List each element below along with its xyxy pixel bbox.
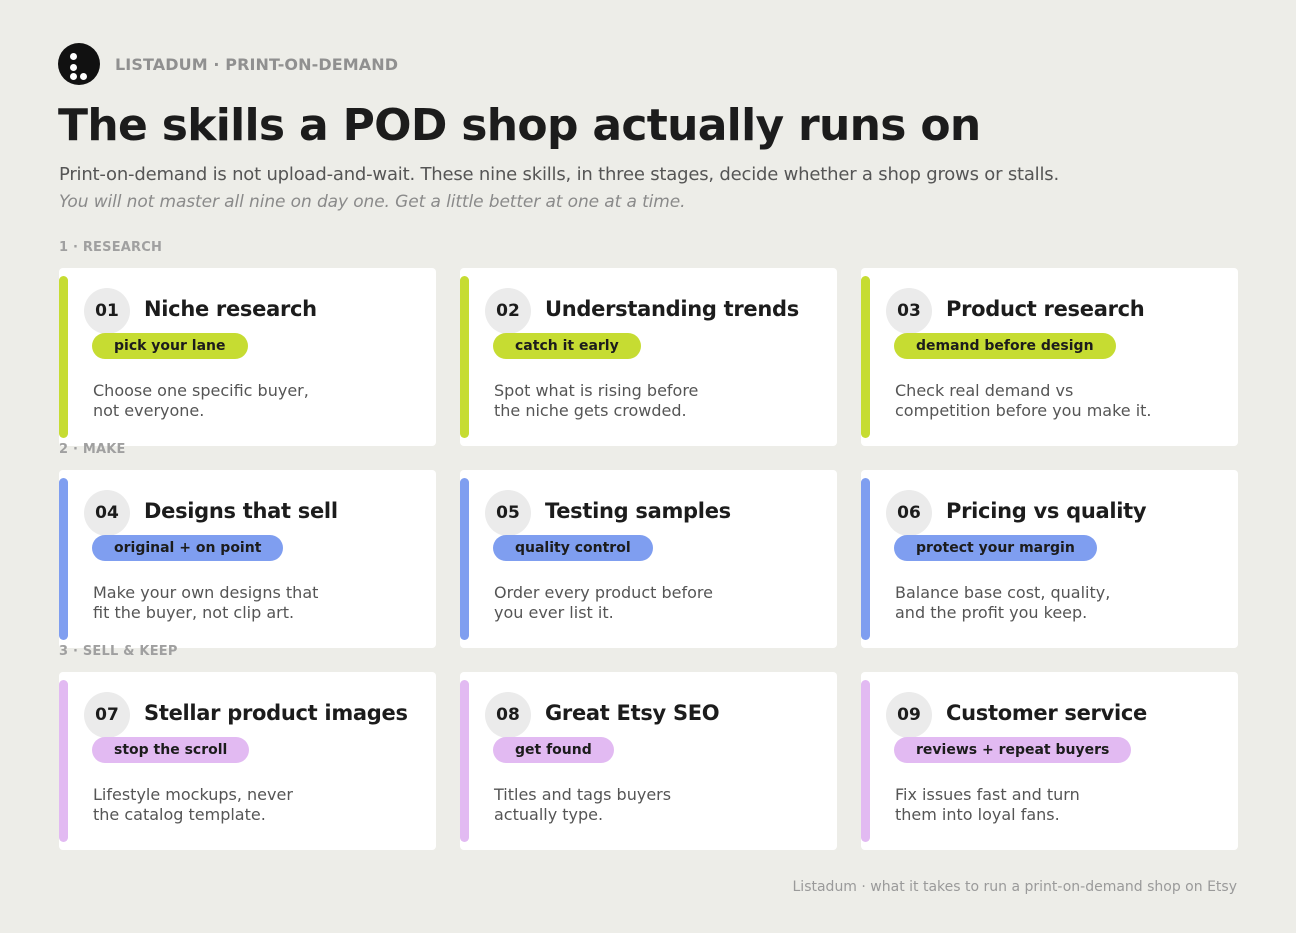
stage-label-research: 1 · RESEARCH	[59, 240, 163, 255]
skill-description: Order every product before you ever list…	[494, 583, 784, 623]
skill-description: Fix issues fast and turn them into loyal…	[895, 785, 1185, 825]
skill-tag: pick your lane	[92, 333, 248, 359]
skill-description-line: Lifestyle mockups, never	[93, 785, 293, 804]
stage-accent-bar	[59, 680, 68, 842]
skill-card-stellar-product-images: 07 Stellar product images stop the scrol…	[59, 672, 436, 850]
skill-number: 05	[485, 490, 531, 536]
skill-tag: get found	[493, 737, 614, 763]
brand-name: LISTADUM · PRINT-ON-DEMAND	[115, 54, 399, 74]
skill-title: Niche research	[144, 297, 317, 321]
stage-accent-bar	[59, 276, 68, 438]
skill-card-customer-service: 09 Customer service reviews + repeat buy…	[861, 672, 1238, 850]
skill-number: 02	[485, 288, 531, 334]
skill-card-testing-samples: 05 Testing samples quality control Order…	[460, 470, 837, 648]
stage-label-make: 2 · MAKE	[59, 442, 126, 457]
skill-description: Spot what is rising before the niche get…	[494, 381, 784, 421]
skill-number: 06	[886, 490, 932, 536]
skill-title: Understanding trends	[545, 297, 799, 321]
skill-title: Designs that sell	[144, 499, 338, 523]
stage-accent-bar	[861, 680, 870, 842]
skill-title: Pricing vs quality	[946, 499, 1147, 523]
skill-description-line: Spot what is rising before	[494, 381, 699, 400]
skill-card-pricing-vs-quality: 06 Pricing vs quality protect your margi…	[861, 470, 1238, 648]
skill-card-designs-that-sell: 04 Designs that sell original + on point…	[59, 470, 436, 648]
stage-accent-bar	[861, 276, 870, 438]
skill-number: 04	[84, 490, 130, 536]
skill-number: 01	[84, 288, 130, 334]
skill-description-line: Make your own designs that	[93, 583, 319, 602]
skill-tag: reviews + repeat buyers	[894, 737, 1132, 763]
skill-tag: original + on point	[92, 535, 284, 561]
stage-label-sell-and-keep: 3 · SELL & KEEP	[59, 644, 178, 659]
skill-description: Balance base cost, quality, and the prof…	[895, 583, 1185, 623]
skill-description-line: them into loyal fans.	[895, 805, 1060, 824]
skill-title: Testing samples	[545, 499, 731, 523]
skill-number: 09	[886, 692, 932, 738]
skill-title: Great Etsy SEO	[545, 701, 720, 725]
skill-description-line: fit the buyer, not clip art.	[93, 603, 295, 622]
skill-description: Choose one specific buyer, not everyone.	[93, 381, 383, 421]
page-note: You will not master all nine on day one.…	[59, 192, 686, 212]
skill-tag: stop the scroll	[92, 737, 250, 763]
skill-title: Stellar product images	[144, 701, 408, 725]
skill-description-line: Balance base cost, quality,	[895, 583, 1111, 602]
skill-description-line: Choose one specific buyer,	[93, 381, 309, 400]
skill-description-line: and the profit you keep.	[895, 603, 1088, 622]
stage-accent-bar	[460, 680, 469, 842]
skill-description-line: Order every product before	[494, 583, 713, 602]
stage-accent-bar	[460, 478, 469, 640]
page-footer: Listadum · what it takes to run a print-…	[792, 879, 1238, 895]
skill-description: Titles and tags buyers actually type.	[494, 785, 784, 825]
skill-tag: quality control	[493, 535, 653, 561]
listadum-logo-icon	[58, 43, 100, 85]
stage-accent-bar	[59, 478, 68, 640]
stage-accent-bar	[460, 276, 469, 438]
skill-tag: catch it early	[493, 333, 641, 359]
skill-title: Product research	[946, 297, 1145, 321]
page-subtitle: Print-on-demand is not upload-and-wait. …	[59, 164, 1059, 185]
skill-description-line: not everyone.	[93, 401, 205, 420]
page-title: The skills a POD shop actually runs on	[58, 100, 981, 151]
skill-number: 07	[84, 692, 130, 738]
skill-description-line: competition before you make it.	[895, 401, 1152, 420]
skill-title: Customer service	[946, 701, 1147, 725]
skill-description-line: Check real demand vs	[895, 381, 1074, 400]
skill-tag: protect your margin	[894, 535, 1097, 561]
skill-description: Lifestyle mockups, never the catalog tem…	[93, 785, 383, 825]
skill-card-product-research: 03 Product research demand before design…	[861, 268, 1238, 446]
skill-description: Check real demand vs competition before …	[895, 381, 1185, 421]
skill-card-niche-research: 01 Niche research pick your lane Choose …	[59, 268, 436, 446]
skill-card-understanding-trends: 02 Understanding trends catch it early S…	[460, 268, 837, 446]
skill-description: Make your own designs that fit the buyer…	[93, 583, 383, 623]
skill-description-line: the catalog template.	[93, 805, 266, 824]
skill-tag: demand before design	[894, 333, 1116, 359]
skill-number: 03	[886, 288, 932, 334]
skill-card-great-etsy-seo: 08 Great Etsy SEO get found Titles and t…	[460, 672, 837, 850]
skill-description-line: the niche gets crowded.	[494, 401, 687, 420]
skill-description-line: you ever list it.	[494, 603, 614, 622]
skill-description-line: Titles and tags buyers	[494, 785, 672, 804]
stage-accent-bar	[861, 478, 870, 640]
brand-header: LISTADUM · PRINT-ON-DEMAND	[58, 43, 398, 85]
skill-description-line: Fix issues fast and turn	[895, 785, 1080, 804]
skill-description-line: actually type.	[494, 805, 604, 824]
skill-number: 08	[485, 692, 531, 738]
